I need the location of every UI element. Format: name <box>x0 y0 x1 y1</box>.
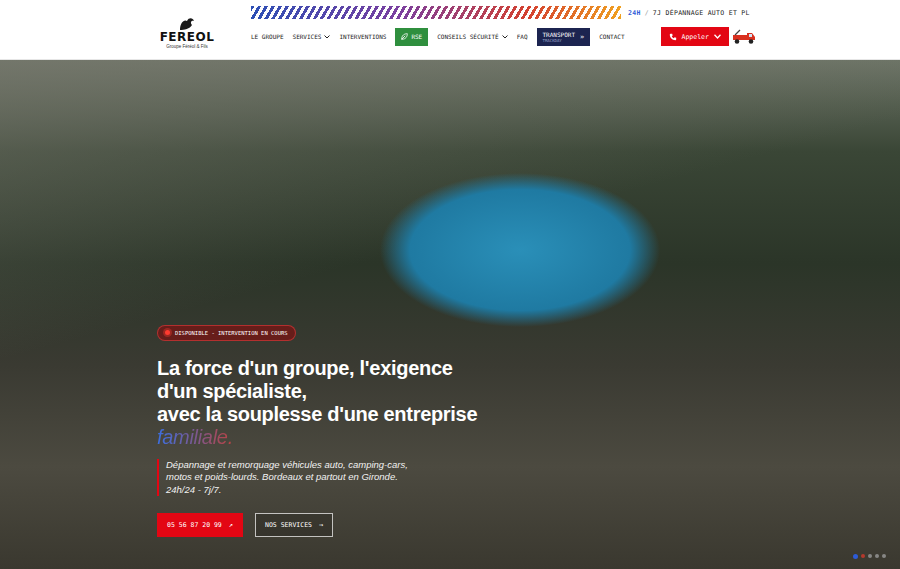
hero-heading: La force d'un groupe, l'exigenced'un spé… <box>157 357 477 449</box>
phone-icon <box>669 33 677 41</box>
chevron-down-icon <box>324 35 330 39</box>
logo-rooster-icon <box>178 17 196 31</box>
logo-subtitle: Groupe Féréol & Fils <box>166 44 208 49</box>
nav-item[interactable]: FAQ <box>517 33 528 40</box>
nav-item[interactable]: SERVICES <box>293 33 331 40</box>
heading-accent: familiale. <box>157 426 236 449</box>
double-arrow-icon: » <box>580 33 584 41</box>
chevron-down-icon <box>714 34 721 39</box>
header-right: 24H / 7J DÉPANNAGE AUTO ET PL LE GROUPE … <box>251 0 758 59</box>
hero-buttons: 05 56 87 20 99 ↗ NOS SERVICES → <box>157 513 333 537</box>
status-badge: DISPONIBLE - INTERVENTION EN COURS <box>157 325 296 341</box>
nav-item[interactable]: INTERVENTIONS <box>339 33 386 40</box>
hero-photo <box>0 60 900 569</box>
carousel-dots <box>853 554 886 559</box>
nav-bar: LE GROUPE SERVICES INTERVENTIONS RSE CONS… <box>251 27 758 46</box>
carousel-dot[interactable] <box>853 554 858 559</box>
nav-item[interactable]: RSE <box>395 28 428 46</box>
carousel-dot[interactable] <box>875 554 879 558</box>
live-dot-icon <box>165 330 170 335</box>
hero: DISPONIBLE - INTERVENTION EN COURS La fo… <box>0 60 900 569</box>
hero-content: DISPONIBLE - INTERVENTION EN COURS La fo… <box>0 60 900 569</box>
call-button[interactable]: Appeler <box>661 27 729 46</box>
main-nav: LE GROUPE SERVICES INTERVENTIONS RSE CONS… <box>251 28 625 46</box>
carousel-dot[interactable] <box>861 554 865 558</box>
arrow-icon: → <box>319 521 323 529</box>
top-bar: 24H / 7J DÉPANNAGE AUTO ET PL <box>251 6 758 19</box>
outline-button[interactable]: NOS SERVICES → <box>255 513 333 537</box>
arrow-icon: ↗ <box>229 521 233 529</box>
tagline: 24H / 7J DÉPANNAGE AUTO ET PL <box>628 9 750 17</box>
nav-item[interactable]: TRANSPORT TRACKDAY » <box>537 28 591 46</box>
chevron-down-icon <box>502 35 508 39</box>
tow-truck-icon <box>732 29 758 45</box>
carousel-dot[interactable] <box>868 554 872 558</box>
primary-button[interactable]: 05 56 87 20 99 ↗ <box>157 513 243 537</box>
nav-item[interactable]: CONSEILS SÉCURITÉ <box>437 33 507 40</box>
carousel-dot[interactable] <box>882 554 886 558</box>
logo-name: FEREOL <box>160 31 215 43</box>
header: FEREOL Groupe Féréol & Fils 24H / 7J DÉP… <box>0 0 900 60</box>
nav-item[interactable]: CONTACT <box>599 33 624 40</box>
leaf-icon <box>401 33 408 40</box>
page: FEREOL Groupe Féréol & Fils 24H / 7J DÉP… <box>0 0 900 569</box>
nav-item[interactable]: LE GROUPE <box>251 33 284 40</box>
hero-description: Dépannage et remorquage véhicules auto, … <box>157 459 408 497</box>
stripe-band <box>251 6 621 19</box>
logo[interactable]: FEREOL Groupe Féréol & Fils <box>157 0 217 59</box>
